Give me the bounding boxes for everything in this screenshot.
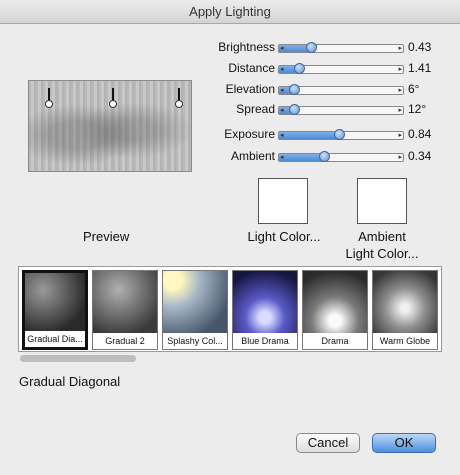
preset-name: Gradual 2 xyxy=(93,333,157,349)
preset-image xyxy=(373,271,437,333)
slider-row-spread: Spread ◂ ▸ 12° xyxy=(200,102,450,118)
preset-scroll-thumb[interactable] xyxy=(20,355,136,362)
slider-left-arrow-icon[interactable]: ◂ xyxy=(280,107,284,114)
apply-lighting-dialog: Preview Brightness ◂ ▸ 0.43 Distance ◂ ▸ 1.41 El… xyxy=(0,24,460,475)
slider-label: Ambient xyxy=(230,149,275,163)
light-color-swatch[interactable] xyxy=(258,178,308,224)
ok-button[interactable]: OK xyxy=(372,433,436,453)
preset-thumbnail[interactable]: Drama xyxy=(302,270,368,350)
slider-row-distance: Distance ◂ ▸ 1.41 xyxy=(200,61,450,77)
preset-image xyxy=(163,271,227,333)
slider-thumb[interactable] xyxy=(293,63,305,74)
slider-right-arrow-icon[interactable]: ▸ xyxy=(398,45,402,52)
preview-label: Preview xyxy=(83,229,130,244)
preset-scrollbar[interactable] xyxy=(18,354,442,363)
slider-value: 0.43 xyxy=(408,40,432,54)
ambient-label-line1: Ambient xyxy=(358,229,406,244)
preset-thumbnail[interactable]: Splashy Col... xyxy=(162,270,228,350)
preset-image xyxy=(25,273,85,331)
slider-track[interactable]: ◂ ▸ xyxy=(278,84,404,95)
preset-thumbnail[interactable]: Gradual Dia... xyxy=(22,270,88,350)
slider-right-arrow-icon[interactable]: ▸ xyxy=(398,154,402,161)
slider-fill xyxy=(279,154,324,161)
light-handle[interactable] xyxy=(109,100,117,108)
slider-left-arrow-icon[interactable]: ◂ xyxy=(280,66,284,73)
slider-thumb[interactable] xyxy=(288,84,300,95)
preset-strip: Gradual Dia... Gradual 2 Splashy Col... Blu… xyxy=(18,266,442,352)
light-handle[interactable] xyxy=(45,100,53,108)
slider-thumb[interactable] xyxy=(288,104,300,115)
slider-value: 1.41 xyxy=(408,61,432,75)
preset-name: Blue Drama xyxy=(233,333,297,349)
slider-fill xyxy=(279,132,339,139)
slider-row-ambient: Ambient ◂ ▸ 0.34 xyxy=(200,149,450,165)
slider-value: 0.84 xyxy=(408,127,432,141)
selected-preset-name: Gradual Diagonal xyxy=(19,374,121,389)
slider-left-arrow-icon[interactable]: ◂ xyxy=(280,132,284,139)
preset-name: Drama xyxy=(303,333,367,349)
preset-thumbnail[interactable]: Gradual 2 xyxy=(92,270,158,350)
slider-right-arrow-icon[interactable]: ▸ xyxy=(398,66,402,73)
slider-thumb[interactable] xyxy=(318,151,330,162)
slider-right-arrow-icon[interactable]: ▸ xyxy=(398,107,402,114)
slider-right-arrow-icon[interactable]: ▸ xyxy=(398,87,402,94)
preset-name: Gradual Dia... xyxy=(25,331,85,347)
slider-left-arrow-icon[interactable]: ◂ xyxy=(280,45,284,52)
ambient-light-color-label[interactable]: Ambient Light Color... xyxy=(330,228,434,262)
lighting-preview[interactable] xyxy=(28,80,192,172)
preset-thumbnail[interactable]: Blue Drama xyxy=(232,270,298,350)
slider-track[interactable]: ◂ ▸ xyxy=(278,42,404,53)
preset-name: Splashy Col... xyxy=(163,333,227,349)
slider-right-arrow-icon[interactable]: ▸ xyxy=(398,132,402,139)
slider-row-exposure: Exposure ◂ ▸ 0.84 xyxy=(200,127,450,143)
slider-value: 0.34 xyxy=(408,149,432,163)
preset-thumbnail[interactable]: Warm Globe xyxy=(372,270,438,350)
preset-name: Warm Globe xyxy=(373,333,437,349)
title-bar: Apply Lighting xyxy=(0,0,460,24)
slider-track[interactable]: ◂ ▸ xyxy=(278,63,404,74)
slider-thumb[interactable] xyxy=(306,42,318,53)
ambient-light-color-swatch[interactable] xyxy=(357,178,407,224)
slider-label: Spread xyxy=(236,102,275,116)
light-color-label[interactable]: Light Color... xyxy=(236,228,332,245)
slider-row-elevation: Elevation ◂ ▸ 6° xyxy=(200,82,450,98)
light-handle[interactable] xyxy=(175,100,183,108)
slider-thumb[interactable] xyxy=(333,129,345,140)
slider-track[interactable]: ◂ ▸ xyxy=(278,104,404,115)
slider-label: Elevation xyxy=(225,82,275,96)
slider-value: 6° xyxy=(408,82,420,96)
ambient-label-line2: Light Color... xyxy=(345,246,419,261)
slider-label: Brightness xyxy=(218,40,275,54)
slider-track[interactable]: ◂ ▸ xyxy=(278,151,404,162)
window-title: Apply Lighting xyxy=(189,4,271,19)
slider-label: Distance xyxy=(228,61,275,75)
preset-image xyxy=(233,271,297,333)
slider-left-arrow-icon[interactable]: ◂ xyxy=(280,154,284,161)
preset-image xyxy=(93,271,157,333)
slider-track[interactable]: ◂ ▸ xyxy=(278,129,404,140)
slider-value: 12° xyxy=(408,102,427,116)
cancel-button[interactable]: Cancel xyxy=(296,433,360,453)
preset-image xyxy=(303,271,367,333)
slider-row-brightness: Brightness ◂ ▸ 0.43 xyxy=(200,40,450,56)
slider-left-arrow-icon[interactable]: ◂ xyxy=(280,87,284,94)
slider-label: Exposure xyxy=(224,127,275,141)
